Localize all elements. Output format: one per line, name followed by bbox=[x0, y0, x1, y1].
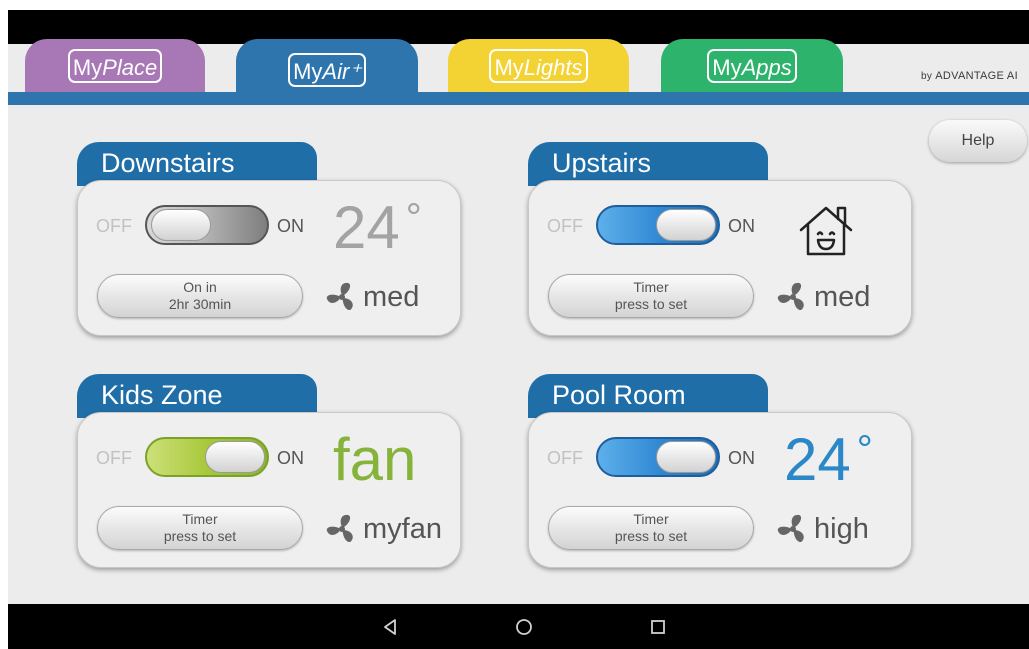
brand-logo: by ADVANTAGE AI bbox=[921, 70, 1018, 82]
timer-button[interactable]: Timer press to set bbox=[548, 274, 754, 318]
android-nav-bar bbox=[8, 604, 1029, 649]
zone-power-toggle[interactable] bbox=[145, 205, 269, 245]
zone-card-pool-room: Pool Room OFF ON 24 ° Timer press to set h… bbox=[528, 374, 912, 570]
tab-bar: My Place My Air⁺ My Lights My Apps by ADVANT… bbox=[8, 10, 1029, 105]
fan-speed-button[interactable]: myfan bbox=[325, 512, 442, 546]
on-label: ON bbox=[277, 448, 304, 468]
help-button[interactable]: Help bbox=[929, 120, 1027, 162]
zone-power-toggle[interactable] bbox=[596, 437, 720, 477]
fan-speed-label: med bbox=[363, 280, 420, 313]
zone-card-downstairs: Downstairs OFF ON 24 ° On in 2hr 30min med bbox=[77, 142, 461, 338]
smiling-house-icon[interactable] bbox=[796, 200, 856, 260]
zone-temperature[interactable]: 24 ° bbox=[784, 430, 873, 490]
zone-power-toggle[interactable] bbox=[596, 205, 720, 245]
recents-icon[interactable] bbox=[646, 615, 670, 639]
fan-speed-label: med bbox=[814, 280, 871, 313]
fan-speed-button[interactable]: med bbox=[325, 280, 419, 314]
tab-myplace[interactable]: My Place bbox=[25, 39, 205, 93]
timer-button[interactable]: Timer press to set bbox=[548, 506, 754, 550]
off-label: OFF bbox=[96, 448, 132, 468]
app-content: My Place My Air⁺ My Lights My Apps by ADVANT… bbox=[8, 10, 1029, 604]
home-icon[interactable] bbox=[512, 615, 536, 639]
zone-card-upstairs: Upstairs OFF ON Timer press to set med bbox=[528, 142, 912, 338]
fan-speed-button[interactable]: med bbox=[776, 280, 870, 314]
zone-power-toggle[interactable] bbox=[145, 437, 269, 477]
tab-mylights-label: My Lights bbox=[489, 49, 588, 83]
off-label: OFF bbox=[547, 216, 583, 236]
zone-temperature[interactable]: 24 ° bbox=[333, 198, 422, 258]
tab-myplace-label: My Place bbox=[67, 49, 163, 83]
on-label: ON bbox=[728, 448, 755, 468]
tab-underline bbox=[8, 92, 1029, 105]
tab-mylights[interactable]: My Lights bbox=[448, 39, 629, 93]
fan-speed-button[interactable]: high bbox=[776, 512, 869, 546]
fan-icon bbox=[777, 514, 804, 542]
tablet-screen: My Place My Air⁺ My Lights My Apps by ADVANT… bbox=[8, 10, 1029, 649]
toggle-knob bbox=[656, 209, 716, 241]
timer-button[interactable]: On in 2hr 30min bbox=[97, 274, 303, 318]
fan-icon bbox=[777, 282, 804, 310]
timer-button[interactable]: Timer press to set bbox=[97, 506, 303, 550]
off-label: OFF bbox=[547, 448, 583, 468]
toggle-knob bbox=[151, 209, 211, 241]
off-label: OFF bbox=[96, 216, 132, 236]
toggle-knob bbox=[656, 441, 716, 473]
tab-myair-label: My Air⁺ bbox=[288, 53, 366, 87]
on-label: ON bbox=[277, 216, 304, 236]
fan-speed-label: myfan bbox=[363, 512, 442, 545]
fan-icon bbox=[326, 282, 353, 310]
tab-myapps[interactable]: My Apps bbox=[661, 39, 843, 93]
toggle-knob bbox=[205, 441, 265, 473]
zone-card-kids-zone: Kids Zone OFF ON fan Timer press to set m… bbox=[77, 374, 461, 570]
on-label: ON bbox=[728, 216, 755, 236]
fan-icon bbox=[326, 514, 353, 542]
fan-speed-label: high bbox=[814, 512, 869, 545]
tab-myapps-label: My Apps bbox=[707, 49, 797, 83]
back-icon[interactable] bbox=[378, 615, 402, 639]
zone-mode-display[interactable]: fan bbox=[333, 430, 416, 490]
